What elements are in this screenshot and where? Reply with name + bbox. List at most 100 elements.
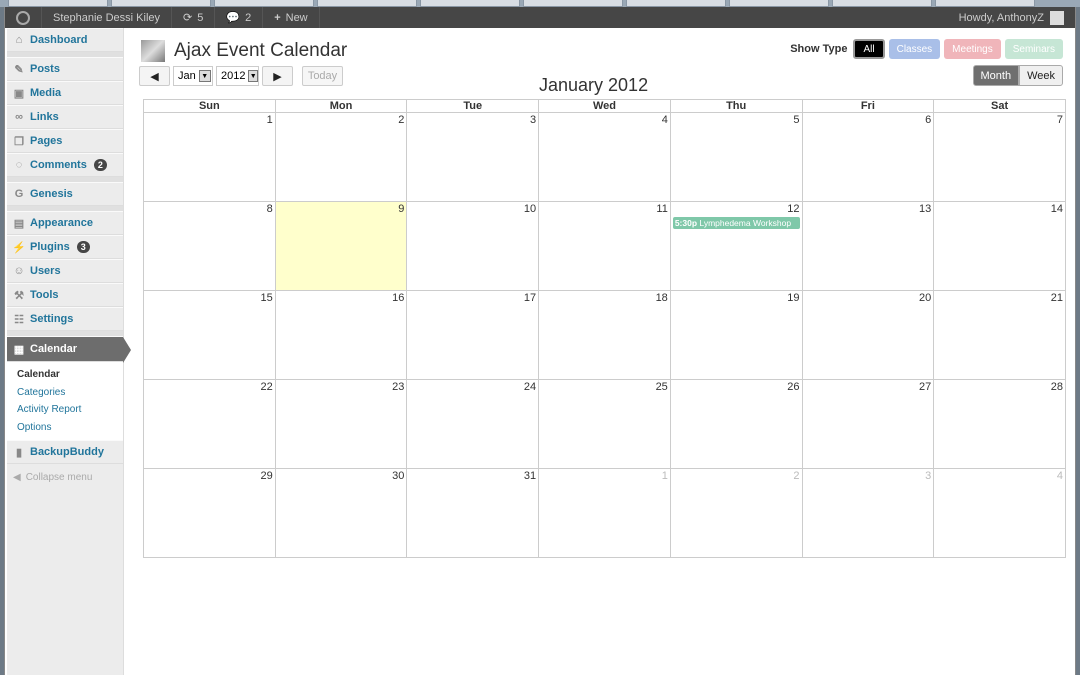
day-number: 12 [787, 203, 800, 215]
day-cell[interactable]: 22 [143, 379, 276, 469]
next-month-button[interactable]: ▶ [262, 66, 293, 86]
left-arrow-icon: ◀ [150, 70, 159, 83]
browser-tab[interactable] [214, 0, 314, 7]
site-name-link[interactable]: Stephanie Dessi Kiley [42, 7, 173, 28]
browser-tab[interactable] [8, 0, 108, 7]
week-row: 15 16 17 18 19 20 21 [143, 290, 1066, 380]
collapse-menu-button[interactable]: ◀ Collapse menu [7, 464, 123, 491]
day-cell[interactable]: 1 [143, 112, 276, 202]
sidebar-item-calendar[interactable]: ▦ Calendar [7, 336, 131, 363]
sidebar-item-genesis[interactable]: G Genesis [7, 182, 123, 206]
submenu-item-categories[interactable]: Categories [17, 384, 123, 402]
sidebar-item-plugins[interactable]: ⚡ Plugins 3 [7, 235, 123, 259]
submenu-item-calendar[interactable]: Calendar [17, 366, 123, 384]
sidebar-item-posts[interactable]: ✎ Posts [7, 57, 123, 81]
day-number: 4 [661, 114, 668, 126]
year-select[interactable]: 2012 ▼ [216, 66, 259, 86]
day-cell[interactable]: 6 [801, 112, 935, 202]
sidebar-item-label: Posts [30, 63, 60, 75]
day-cell[interactable]: 13 [801, 201, 935, 291]
day-cell[interactable]: 27 [801, 379, 935, 469]
browser-tab[interactable] [111, 0, 211, 7]
day-cell[interactable]: 5 [669, 112, 803, 202]
type-filter-classes[interactable]: Classes [888, 39, 941, 59]
day-cell[interactable]: 4 [538, 112, 671, 202]
browser-tab[interactable] [523, 0, 623, 7]
home-icon: ⌂ [15, 34, 23, 46]
day-cell[interactable]: 15 [143, 290, 276, 380]
browser-tab[interactable] [935, 0, 1035, 7]
day-cell[interactable]: 3 [406, 112, 540, 202]
day-number: 16 [392, 292, 405, 304]
sidebar-item-backupbuddy[interactable]: ▮ BackupBuddy [7, 440, 123, 464]
day-cell[interactable]: 19 [669, 290, 803, 380]
sidebar-item-settings[interactable]: ☷ Settings [7, 307, 123, 331]
new-content-button[interactable]: + New [263, 7, 320, 28]
calendar-event[interactable]: 5:30p Lymphedema Workshop [672, 217, 800, 229]
wordpress-logo-button[interactable] [5, 7, 42, 28]
day-cell[interactable]: 2 [669, 468, 803, 558]
sidebar-item-users[interactable]: ☺ Users [7, 259, 123, 283]
week-view-button[interactable]: Week [1019, 65, 1063, 86]
day-cell[interactable]: 26 [669, 379, 803, 469]
day-cell[interactable]: 4 [933, 468, 1066, 558]
day-cell[interactable]: 30 [274, 468, 408, 558]
day-cell[interactable]: 24 [406, 379, 540, 469]
sidebar-item-dashboard[interactable]: ⌂ Dashboard [7, 28, 123, 52]
type-filter-all[interactable]: All [853, 39, 885, 59]
browser-tab[interactable] [317, 0, 417, 7]
event-time: 5:30p [674, 218, 698, 228]
comments-count: 2 [245, 11, 252, 24]
month-select[interactable]: Jan ▼ [173, 66, 213, 86]
browser-tab[interactable] [832, 0, 932, 7]
sidebar-item-comments[interactable]: ◌ Comments 2 [7, 153, 123, 177]
day-cell[interactable]: 23 [274, 379, 408, 469]
day-cell[interactable]: 12 5:30p Lymphedema Workshop [669, 201, 803, 291]
prev-month-button[interactable]: ◀ [139, 66, 170, 86]
day-cell[interactable]: 20 [801, 290, 935, 380]
browser-tab[interactable] [626, 0, 726, 7]
sidebar-item-pages[interactable]: ❐ Pages [7, 129, 123, 153]
chevron-down-icon: ▼ [248, 70, 258, 82]
day-cell[interactable]: 1 [538, 468, 671, 558]
day-cell[interactable]: 11 [538, 201, 671, 291]
weekday-header: Mon [274, 99, 408, 113]
sidebar-item-media[interactable]: ▣ Media [7, 81, 123, 105]
account-menu[interactable]: Howdy, AnthonyZ [948, 7, 1075, 28]
browser-tab[interactable] [729, 0, 829, 7]
show-type-label: Show Type [790, 43, 848, 55]
wordpress-icon [16, 10, 30, 25]
collapse-arrow-icon: ◀ [13, 472, 21, 483]
day-cell[interactable]: 8 [143, 201, 276, 291]
submenu-item-activity-report[interactable]: Activity Report [17, 401, 123, 419]
event-title: Lymphedema Workshop [699, 218, 792, 228]
type-filter-meetings[interactable]: Meetings [944, 39, 1001, 59]
day-cell[interactable]: 18 [538, 290, 671, 380]
day-cell[interactable]: 29 [143, 468, 276, 558]
comments-button[interactable]: 💬 2 [215, 7, 264, 28]
media-icon: ▣ [13, 87, 25, 100]
sidebar-item-links[interactable]: ∞ Links [7, 105, 123, 129]
browser-tab[interactable] [420, 0, 520, 7]
day-cell[interactable]: 2 [274, 112, 408, 202]
day-cell[interactable]: 25 [538, 379, 671, 469]
month-view-button[interactable]: Month [972, 65, 1020, 86]
type-filter-seminars[interactable]: Seminars [1004, 39, 1063, 59]
day-cell[interactable]: 14 [933, 201, 1066, 291]
day-cell[interactable]: 31 [406, 468, 540, 558]
day-cell[interactable]: 10 [406, 201, 540, 291]
week-row: 22 23 24 25 26 27 28 [143, 379, 1066, 469]
day-cell[interactable]: 17 [406, 290, 540, 380]
day-cell[interactable]: 7 [933, 112, 1066, 202]
today-button[interactable]: Today [302, 66, 343, 86]
submenu-item-options[interactable]: Options [17, 419, 123, 437]
updates-button[interactable]: ⟳ 5 [172, 7, 216, 28]
sidebar-item-appearance[interactable]: ▤ Appearance [7, 211, 123, 235]
day-cell[interactable]: 3 [801, 468, 935, 558]
day-cell[interactable]: 16 [274, 290, 408, 380]
day-cell[interactable]: 9 [274, 201, 408, 291]
day-cell[interactable]: 21 [933, 290, 1066, 380]
day-number: 19 [787, 292, 800, 304]
day-cell[interactable]: 28 [933, 379, 1066, 469]
sidebar-item-tools[interactable]: ⚒ Tools [7, 283, 123, 307]
